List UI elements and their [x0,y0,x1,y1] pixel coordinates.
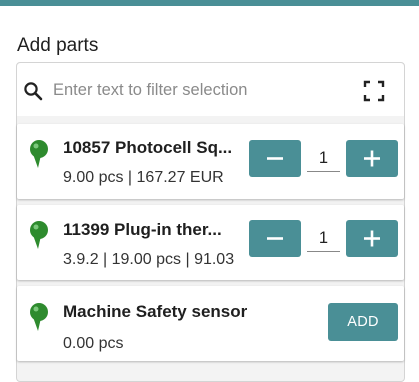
part-card[interactable]: 11399 Plug-in ther... 3.9.2 | 19.00 pcs … [17,205,404,280]
quantity-input[interactable] [307,225,340,252]
part-card[interactable]: 10857 Photocell Sq... 9.00 pcs | 167.27 … [17,124,404,199]
location-pin-icon [30,221,48,249]
part-info: 0.00 pcs [63,335,124,352]
location-pin-icon [30,303,48,331]
search-icon [24,82,43,101]
part-name: 11399 Plug-in ther... [63,220,222,239]
add-part-button[interactable]: ADD [328,303,398,341]
part-info: 3.9.2 | 19.00 pcs | 91.03 [63,251,235,268]
search-input[interactable] [53,77,343,103]
minus-icon [267,237,283,240]
page-title: Add parts [17,35,99,56]
part-card[interactable]: Machine Safety sensor 0.00 pcs ADD [17,286,404,361]
location-pin-icon [30,140,48,168]
part-info: 9.00 pcs | 167.27 EUR [63,169,224,186]
expand-icon[interactable] [363,80,385,102]
part-name: Machine Safety sensor [63,302,248,321]
increase-quantity-button[interactable] [346,140,398,177]
quantity-input[interactable] [307,145,340,172]
plus-icon [364,230,380,247]
decrease-quantity-button[interactable] [249,140,301,177]
top-app-bar [0,0,419,6]
plus-icon [364,150,380,167]
parts-panel: 10857 Photocell Sq... 9.00 pcs | 167.27 … [16,62,405,382]
decrease-quantity-button[interactable] [249,220,301,257]
increase-quantity-button[interactable] [346,220,398,257]
part-name: 10857 Photocell Sq... [63,138,233,157]
search-bar [17,63,404,116]
minus-icon [267,157,283,160]
